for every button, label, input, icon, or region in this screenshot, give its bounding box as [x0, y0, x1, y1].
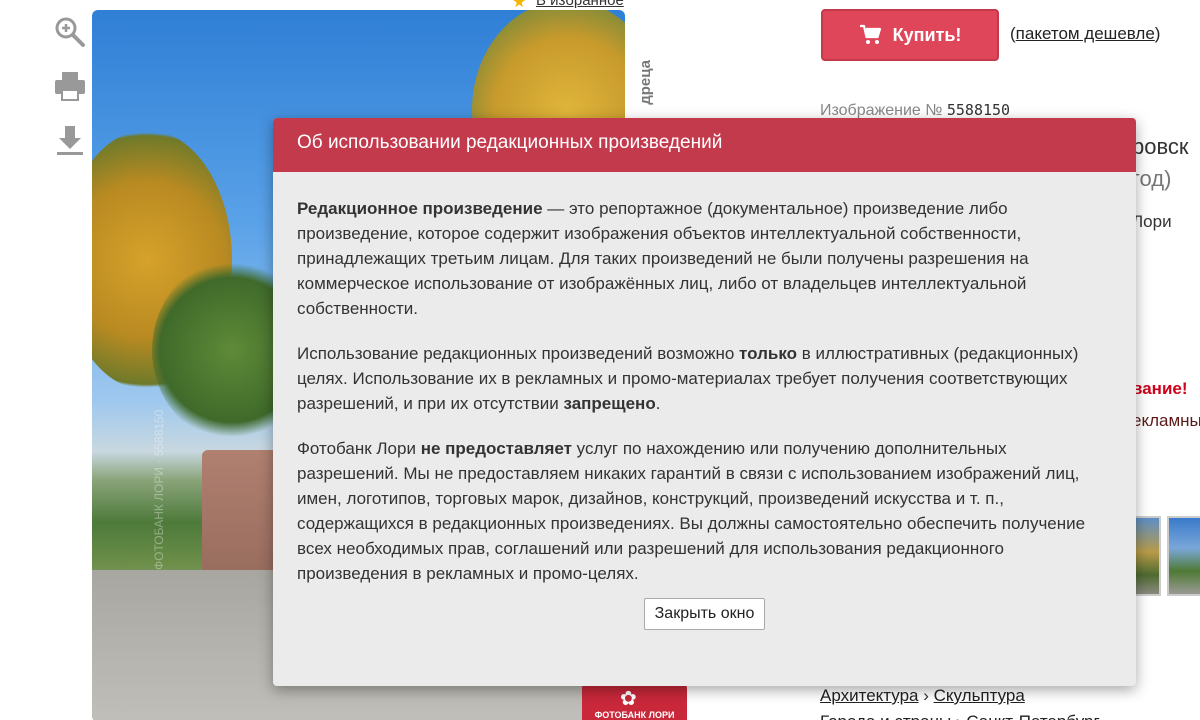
modal-paragraph-3: Фотобанк Лори не предоставляет услуг по … — [297, 436, 1112, 586]
cart-icon — [859, 24, 881, 44]
modal-paragraph-2: Использование редакционных произведений … — [297, 341, 1112, 416]
zoom-in-button[interactable] — [50, 12, 90, 52]
modal-body: Редакционное произведение — это репортаж… — [273, 172, 1136, 630]
category-link-architecture[interactable]: Архитектура — [820, 686, 918, 705]
p3-text-1: Фотобанк Лори — [297, 439, 421, 458]
bundle-cheaper-link[interactable]: пакетом дешевле — [1016, 24, 1155, 43]
photo-title-fragment: ровск — [1132, 134, 1189, 159]
p2-bold-1: только — [739, 344, 798, 363]
category-link-cities[interactable]: Города и страны — [820, 712, 951, 720]
editorial-warning-fragment: вание! — [1132, 379, 1188, 398]
modal-paragraph-1: Редакционное произведение — это репортаж… — [297, 196, 1112, 321]
modal-title: Об использовании редакционных произведен… — [273, 118, 1136, 172]
p2-bold-2: запрещено — [563, 394, 656, 413]
image-number-label: Изображение № — [820, 102, 943, 119]
editorial-use-modal: Об использовании редакционных произведен… — [273, 118, 1136, 686]
buy-button-label: Купить! — [892, 24, 962, 45]
breadcrumb-separator: › — [923, 686, 929, 705]
p3-bold: не предоставляет — [420, 439, 572, 458]
add-to-favorites-link[interactable]: В избранное — [536, 0, 624, 9]
bundle-close-paren: ) — [1154, 24, 1161, 43]
download-icon — [57, 126, 83, 155]
category-link-sculpture[interactable]: Скульптура — [934, 686, 1025, 705]
close-modal-button[interactable]: Закрыть окно — [643, 598, 766, 630]
similar-thumbnail[interactable] — [1167, 516, 1200, 596]
photo-year-fragment: год) — [1132, 166, 1172, 191]
p1-bold: Редакционное произведение — [297, 199, 543, 218]
category-breadcrumb: Архитектура › Скульптура — [820, 686, 1025, 706]
download-button[interactable] — [50, 120, 90, 160]
author-fragment: Лори — [1132, 212, 1172, 231]
lori-logo: ✿ ФОТОБАНК ЛОРИ — [582, 684, 687, 720]
p3-text-2: услуг по нахождению или получению дополн… — [297, 439, 1086, 583]
p2-text-1: Использование редакционных произведений … — [297, 344, 740, 363]
category-breadcrumb-2: Города и страны › Санкт-Петербург — [820, 712, 1100, 720]
print-button[interactable] — [50, 66, 90, 106]
editorial-warning-sub-fragment: екламны — [1132, 411, 1200, 430]
p2-text-3: . — [655, 394, 661, 413]
zoom-in-icon — [55, 17, 85, 47]
breadcrumb-separator: › — [956, 712, 962, 720]
bundle-offer: (пакетом дешевле) — [1010, 24, 1160, 44]
photo-watermark: ФОТОБАНК ЛОРИ · 5588150 — [152, 409, 166, 570]
buy-button[interactable]: Купить! — [821, 9, 999, 61]
image-number-value: 5588150 — [946, 101, 1011, 119]
printer-icon — [55, 72, 85, 101]
category-link-spb[interactable]: Санкт-Петербург — [966, 712, 1099, 720]
lori-logo-text: ФОТОБАНК ЛОРИ — [594, 710, 675, 720]
photo-side-caption: дреца — [637, 60, 654, 105]
lori-flower-icon: ✿ — [620, 688, 637, 710]
